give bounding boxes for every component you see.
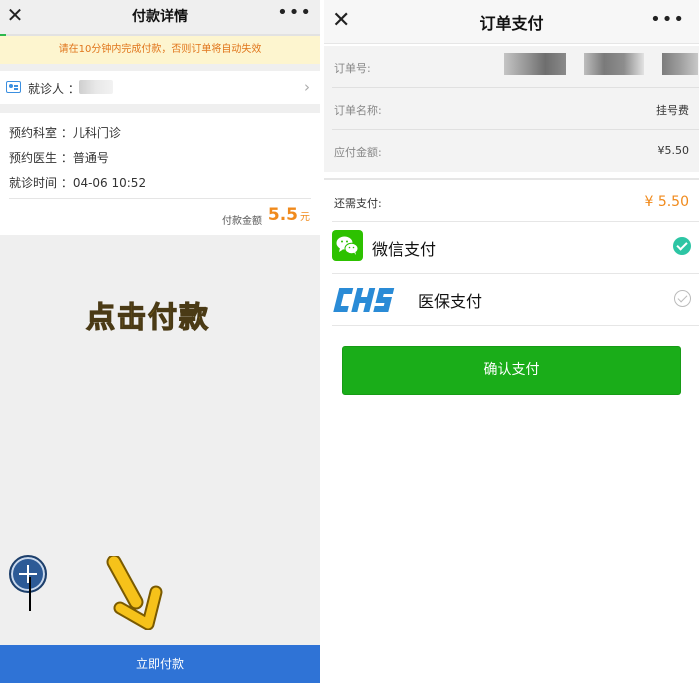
amount-due-row: 应付金额: ¥5.50	[332, 130, 699, 172]
pay-amount-value: 5.5	[267, 205, 298, 225]
order-number-redacted	[662, 53, 698, 75]
order-number-row: 订单号:	[332, 46, 699, 88]
cursor-line	[29, 577, 31, 611]
doctor-row: 预约医生 ：普通号	[9, 151, 109, 165]
order-number-redacted	[504, 53, 566, 75]
page-title: 付款详情	[132, 9, 188, 25]
pointer-arrow-icon	[106, 556, 163, 630]
pay-amount: 5.5 元	[268, 205, 310, 225]
click-pay-annotation: 点击付款	[85, 299, 211, 334]
remaining-row: 还需支付: ¥ 5.50	[332, 180, 699, 222]
order-name-row: 订单名称: 挂号费	[332, 88, 699, 130]
timeout-notice: 请在10分钟内完成付款，否则订单将自动失效	[0, 36, 320, 64]
pay-amount-unit: 元	[300, 212, 310, 223]
unselected-check-icon[interactable]	[674, 290, 691, 307]
order-name-value: 挂号费	[656, 104, 689, 117]
nav-bar: ✕ 订单支付 •••	[324, 0, 699, 44]
divider	[9, 198, 311, 199]
department-row: 预约科室 ：儿科门诊	[9, 126, 121, 140]
wechat-pay-option[interactable]: 微信支付	[332, 222, 699, 274]
nav-bar: ✕ 付款详情 •••	[0, 0, 320, 34]
order-number-label: 订单号:	[334, 62, 371, 75]
chevron-right-icon: ›	[304, 78, 310, 96]
wechat-pay-label: 微信支付	[372, 240, 437, 259]
order-number-redacted	[584, 53, 644, 75]
pay-amount-label: 付款金额	[222, 216, 262, 227]
confirm-pay-button[interactable]: 确认支付	[342, 346, 681, 395]
medical-insurance-option[interactable]: 医保支付	[332, 274, 699, 326]
remaining-value: ¥ 5.50	[644, 194, 689, 210]
wechat-pay-icon	[332, 230, 363, 261]
page-title: 订单支付	[479, 14, 544, 33]
patient-selector[interactable]: 就诊人 ： ›	[0, 71, 320, 104]
visit-time-row: 就诊时间 ：04-06 10:52	[9, 176, 147, 190]
chs-logo	[333, 288, 395, 312]
order-summary: 订单号: 订单名称: 挂号费 应付金额: ¥5.50	[324, 46, 699, 172]
amount-due-value: ¥5.50	[657, 144, 690, 157]
medical-insurance-label: 医保支付	[418, 292, 483, 311]
pay-now-button[interactable]: 立即付款	[0, 645, 320, 683]
patient-label: 就诊人 ：	[28, 82, 80, 96]
patient-name-redacted	[79, 80, 113, 94]
appointment-info-card: 预约科室 ：儿科门诊 预约医生 ：普通号 就诊时间 ：04-06 10:52 付…	[0, 113, 320, 235]
more-icon[interactable]: •••	[277, 4, 312, 22]
payment-details-screen: ✕ 付款详情 ••• 请在10分钟内完成付款，否则订单将自动失效 就诊人 ： ›…	[0, 0, 320, 683]
id-card-icon	[6, 81, 21, 93]
selected-check-icon[interactable]	[673, 237, 691, 255]
order-payment-screen: ✕ 订单支付 ••• 订单号: 订单名称: 挂号费 应付金额: ¥5.50 还需…	[324, 0, 699, 683]
more-icon[interactable]: •••	[650, 9, 685, 30]
touch-cursor-icon	[9, 555, 47, 593]
order-name-label: 订单名称:	[334, 104, 382, 117]
amount-due-label: 应付金额:	[334, 146, 382, 159]
remaining-label: 还需支付:	[334, 197, 382, 210]
